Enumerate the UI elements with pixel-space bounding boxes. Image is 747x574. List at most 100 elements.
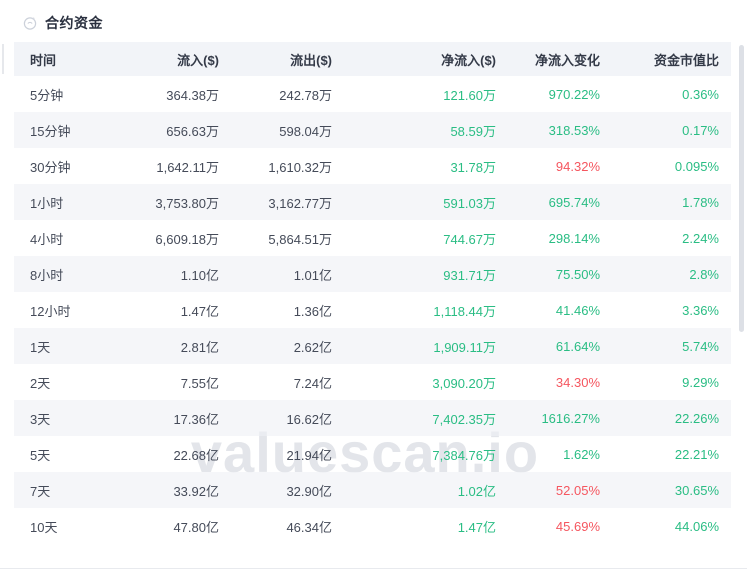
cell-time: 2天 bbox=[30, 375, 51, 391]
panel-title: 合约资金 bbox=[45, 15, 103, 31]
column-header-time: 时间 bbox=[14, 42, 124, 76]
cell-fund-marketcap-ratio: 2.24% bbox=[682, 230, 719, 246]
cell-time: 1小时 bbox=[30, 195, 64, 211]
cell-time: 7天 bbox=[30, 483, 51, 499]
cell-fund-marketcap-ratio: 3.36% bbox=[682, 302, 719, 318]
cell-net-inflow-change: 1616.27% bbox=[541, 410, 600, 426]
column-header-fund-marketcap-ratio: 资金市值比 bbox=[612, 42, 731, 76]
cell-outflow: 2.62亿 bbox=[293, 339, 332, 355]
left-panel-edge bbox=[2, 44, 4, 74]
table-row: 1小时 3,753.80万 3,162.77万 591.03万 695.74% 1.78% bbox=[14, 184, 731, 220]
cell-fund-marketcap-ratio: 0.17% bbox=[682, 122, 719, 138]
cell-fund-marketcap-ratio: 0.095% bbox=[674, 158, 719, 174]
cell-time: 5天 bbox=[30, 447, 51, 463]
cell-inflow: 1,642.11万 bbox=[156, 159, 219, 175]
cell-net-inflow-change: 94.32% bbox=[555, 158, 600, 174]
column-header-net-inflow: 净流入($) bbox=[344, 42, 508, 76]
table-row: 10天 47.80亿 46.34亿 1.47亿 45.69% 44.06% bbox=[14, 508, 731, 544]
cell-time: 15分钟 bbox=[30, 123, 71, 139]
cell-net-inflow: 591.03万 bbox=[443, 195, 496, 211]
cell-net-inflow: 58.59万 bbox=[450, 123, 496, 139]
cell-fund-marketcap-ratio: 5.74% bbox=[682, 338, 719, 354]
cell-time: 5分钟 bbox=[30, 87, 64, 103]
cell-time: 8小时 bbox=[30, 267, 64, 283]
cell-net-inflow-change: 695.74% bbox=[548, 194, 600, 210]
table-row: 5分钟 364.38万 242.78万 121.60万 970.22% 0.36% bbox=[14, 76, 731, 112]
cell-net-inflow: 1,118.44万 bbox=[433, 303, 496, 319]
table-row: 7天 33.92亿 32.90亿 1.02亿 52.05% 30.65% bbox=[14, 472, 731, 508]
column-header-outflow: 流出($) bbox=[231, 42, 344, 76]
table-row: 12小时 1.47亿 1.36亿 1,118.44万 41.46% 3.36% bbox=[14, 292, 731, 328]
cell-outflow: 1.01亿 bbox=[293, 267, 332, 283]
cell-outflow: 1.36亿 bbox=[293, 303, 332, 319]
cell-outflow: 7.24亿 bbox=[293, 375, 332, 391]
fund-coin-icon bbox=[22, 15, 38, 31]
cell-outflow: 46.34亿 bbox=[286, 519, 332, 535]
cell-outflow: 598.04万 bbox=[279, 123, 332, 139]
cell-outflow: 5,864.51万 bbox=[268, 231, 332, 247]
cell-net-inflow-change: 45.69% bbox=[555, 518, 600, 534]
cell-inflow: 656.63万 bbox=[166, 123, 219, 139]
cell-fund-marketcap-ratio: 9.29% bbox=[682, 374, 719, 390]
cell-outflow: 1,610.32万 bbox=[268, 159, 332, 175]
panel-title-row: 合约资金 bbox=[0, 0, 747, 42]
cell-inflow: 1.47亿 bbox=[180, 303, 219, 319]
cell-net-inflow-change: 52.05% bbox=[555, 482, 600, 498]
table-header-row: 时间 流入($) 流出($) 净流入($) 净流入变化 资金市值比 bbox=[14, 42, 731, 76]
table-row: 2天 7.55亿 7.24亿 3,090.20万 34.30% 9.29% bbox=[14, 364, 731, 400]
cell-net-inflow: 1.47亿 bbox=[457, 519, 496, 535]
cell-inflow: 7.55亿 bbox=[180, 375, 219, 391]
table-row: 8小时 1.10亿 1.01亿 931.71万 75.50% 2.8% bbox=[14, 256, 731, 292]
cell-net-inflow-change: 970.22% bbox=[548, 86, 600, 102]
table-body: 5分钟 364.38万 242.78万 121.60万 970.22% 0.36% 15分钟… bbox=[14, 76, 731, 544]
cell-inflow: 22.68亿 bbox=[173, 447, 219, 463]
cell-net-inflow-change: 298.14% bbox=[548, 230, 600, 246]
cell-time: 4小时 bbox=[30, 231, 64, 247]
cell-fund-marketcap-ratio: 30.65% bbox=[674, 482, 719, 498]
table-row: 1天 2.81亿 2.62亿 1,909.11万 61.64% 5.74% bbox=[14, 328, 731, 364]
cell-fund-marketcap-ratio: 1.78% bbox=[682, 194, 719, 210]
cell-inflow: 3,753.80万 bbox=[155, 195, 219, 211]
vertical-scrollbar-thumb[interactable] bbox=[739, 45, 744, 332]
cell-outflow: 3,162.77万 bbox=[268, 195, 332, 211]
cell-inflow: 364.38万 bbox=[166, 87, 219, 103]
bottom-divider bbox=[0, 568, 747, 569]
table-row: 5天 22.68亿 21.94亿 7,384.76万 1.62% 22.21% bbox=[14, 436, 731, 472]
cell-outflow: 242.78万 bbox=[279, 87, 332, 103]
cell-outflow: 32.90亿 bbox=[286, 483, 332, 499]
cell-outflow: 21.94亿 bbox=[286, 447, 332, 463]
cell-time: 30分钟 bbox=[30, 159, 71, 175]
cell-net-inflow-change: 61.64% bbox=[555, 338, 600, 354]
cell-inflow: 6,609.18万 bbox=[155, 231, 219, 247]
cell-net-inflow: 7,402.35万 bbox=[432, 411, 496, 427]
cell-net-inflow: 1,909.11万 bbox=[433, 339, 496, 355]
cell-outflow: 16.62亿 bbox=[286, 411, 332, 427]
cell-fund-marketcap-ratio: 44.06% bbox=[674, 518, 719, 534]
cell-inflow: 2.81亿 bbox=[180, 339, 219, 355]
column-header-net-inflow-change: 净流入变化 bbox=[508, 42, 612, 76]
cell-net-inflow-change: 75.50% bbox=[555, 266, 600, 282]
cell-net-inflow-change: 318.53% bbox=[548, 122, 600, 138]
cell-net-inflow-change: 1.62% bbox=[563, 446, 600, 462]
table-row: 4小时 6,609.18万 5,864.51万 744.67万 298.14% 2.24% bbox=[14, 220, 731, 256]
cell-inflow: 47.80亿 bbox=[173, 519, 219, 535]
cell-time: 3天 bbox=[30, 411, 51, 427]
contract-funds-panel: 合约资金 valuescan.io 时间 流入($) 流出($) 净流入($) 净流入变… bbox=[0, 0, 747, 574]
contract-funds-table: 时间 流入($) 流出($) 净流入($) 净流入变化 资金市值比 5分钟 364.38万 2… bbox=[14, 42, 731, 544]
cell-fund-marketcap-ratio: 2.8% bbox=[689, 266, 719, 282]
cell-fund-marketcap-ratio: 22.26% bbox=[674, 410, 719, 426]
cell-net-inflow: 121.60万 bbox=[443, 87, 496, 103]
column-header-inflow: 流入($) bbox=[124, 42, 231, 76]
table-row: 15分钟 656.63万 598.04万 58.59万 318.53% 0.17% bbox=[14, 112, 731, 148]
cell-net-inflow-change: 41.46% bbox=[555, 302, 600, 318]
cell-time: 10天 bbox=[30, 519, 58, 535]
cell-net-inflow: 3,090.20万 bbox=[432, 375, 496, 391]
cell-net-inflow: 1.02亿 bbox=[457, 483, 496, 499]
cell-inflow: 17.36亿 bbox=[173, 411, 219, 427]
cell-time: 1天 bbox=[30, 339, 51, 355]
table-row: 3天 17.36亿 16.62亿 7,402.35万 1616.27% 22.26% bbox=[14, 400, 731, 436]
cell-net-inflow: 744.67万 bbox=[443, 231, 496, 247]
cell-time: 12小时 bbox=[30, 303, 71, 319]
cell-inflow: 1.10亿 bbox=[180, 267, 219, 283]
cell-fund-marketcap-ratio: 0.36% bbox=[682, 86, 719, 102]
